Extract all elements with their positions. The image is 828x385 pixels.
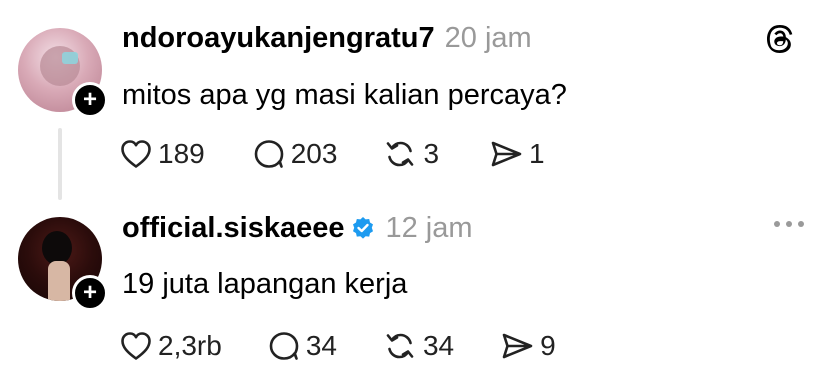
- post-header: ndoroayukanjengratu7 20 jam: [122, 22, 532, 55]
- repost-count: 3: [423, 138, 440, 169]
- share-count: 9: [540, 330, 556, 361]
- more-options-button[interactable]: [774, 221, 804, 227]
- post-actions: 189 203 3 1: [120, 138, 545, 170]
- reply-count: 34: [305, 330, 337, 361]
- reply-button[interactable]: 203: [253, 138, 338, 170]
- username[interactable]: official.siskaeee: [122, 212, 344, 245]
- repost-icon: [386, 333, 414, 359]
- post-actions: 2,3rb 34 34 9: [120, 330, 556, 362]
- threads-logo-icon[interactable]: [764, 22, 796, 56]
- thread-post: + ndoroayukanjengratu7 20 jam mitos apa …: [0, 0, 828, 200]
- like-count: 189: [158, 138, 205, 169]
- timestamp: 12 jam: [385, 212, 473, 244]
- like-button[interactable]: 189: [120, 138, 205, 170]
- share-button[interactable]: 9: [500, 330, 556, 362]
- like-button[interactable]: 2,3rb: [120, 330, 222, 362]
- verified-badge-icon: [353, 217, 374, 239]
- thread-connector-line: [58, 128, 62, 200]
- plus-icon: +: [82, 86, 97, 113]
- comment-icon: [269, 332, 299, 360]
- repost-button[interactable]: 3: [383, 138, 439, 170]
- repost-button[interactable]: 34: [383, 330, 454, 362]
- repost-count: 34: [422, 330, 455, 361]
- send-icon: [491, 141, 522, 167]
- heart-icon: [121, 332, 151, 360]
- heart-icon: [121, 140, 151, 168]
- comment-icon: [254, 140, 284, 168]
- timestamp: 20 jam: [444, 22, 532, 54]
- reply-button[interactable]: 34: [268, 330, 337, 362]
- username[interactable]: ndoroayukanjengratu7: [122, 22, 435, 55]
- post-text: 19 juta lapangan kerja: [122, 268, 408, 300]
- like-count: 2,3rb: [158, 330, 222, 361]
- post-text: mitos apa yg masi kalian percaya?: [122, 79, 567, 111]
- follow-button[interactable]: +: [72, 82, 108, 118]
- reply-count: 203: [290, 138, 338, 169]
- follow-button[interactable]: +: [72, 275, 108, 311]
- send-icon: [502, 333, 533, 359]
- plus-icon: +: [82, 279, 97, 306]
- share-count: 1: [529, 138, 545, 169]
- post-header: official.siskaeee 12 jam: [122, 212, 473, 245]
- repost-icon: [387, 141, 414, 167]
- share-button[interactable]: 1: [489, 138, 545, 170]
- thread-post: + official.siskaeee 12 jam 19 juta lapan…: [0, 195, 828, 385]
- more-icon: [774, 221, 780, 227]
